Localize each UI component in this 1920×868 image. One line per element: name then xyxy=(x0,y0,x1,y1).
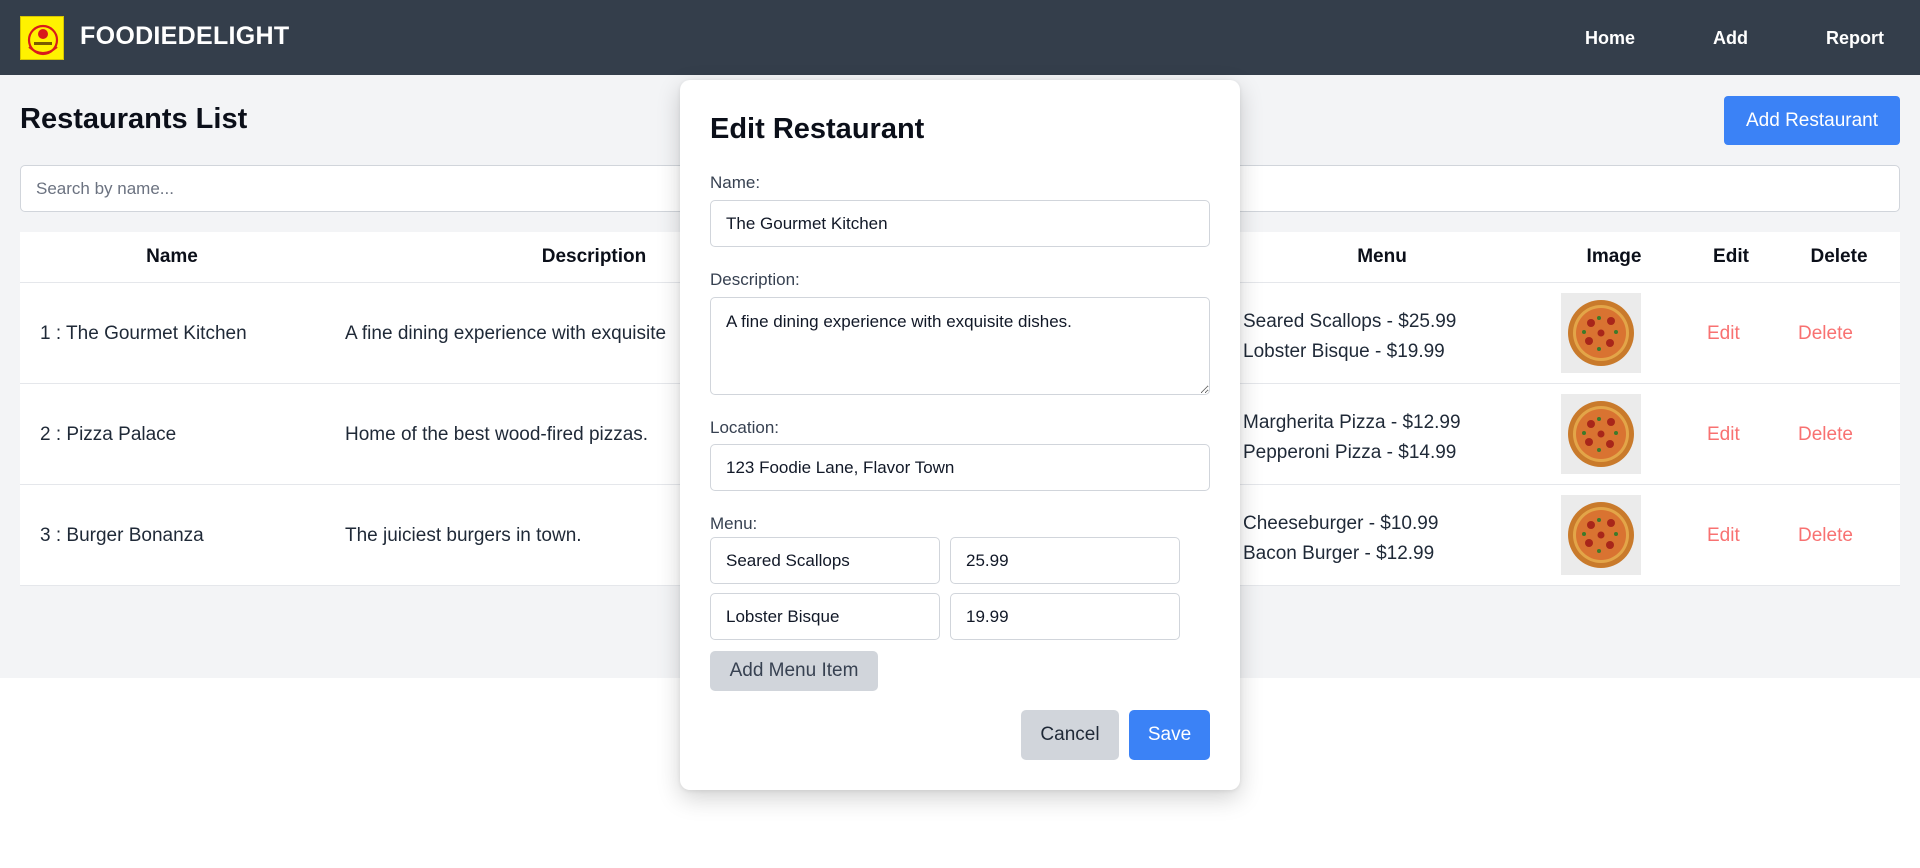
brand-name[interactable]: FOODIEDELIGHT xyxy=(80,22,289,51)
column-header-image: Image xyxy=(1586,246,1642,267)
add-restaurant-button[interactable]: Add Restaurant xyxy=(1724,96,1900,145)
cancel-button[interactable]: Cancel xyxy=(1021,710,1119,760)
description-label: Description: xyxy=(710,270,800,289)
menu-label: Menu: xyxy=(710,514,758,533)
foodiedelight-logo-icon[interactable] xyxy=(20,16,64,60)
location-label: Location: xyxy=(710,418,779,437)
column-header-name: Name xyxy=(146,246,198,267)
restaurant-menu: Cheeseburger - $10.99 Bacon Burger - $12… xyxy=(1243,509,1438,569)
menu-line: Margherita Pizza - $12.99 xyxy=(1243,412,1461,433)
add-menu-item-button[interactable]: Add Menu Item xyxy=(710,651,878,691)
delete-link[interactable]: Delete xyxy=(1798,424,1853,446)
menu-item-price-field[interactable] xyxy=(950,593,1180,640)
nav-link-report[interactable]: Report xyxy=(1826,28,1884,49)
delete-link[interactable]: Delete xyxy=(1798,525,1853,547)
page-title: Restaurants List xyxy=(20,103,248,135)
location-field[interactable] xyxy=(710,444,1210,491)
pizza-image-icon xyxy=(1561,293,1641,373)
delete-link[interactable]: Delete xyxy=(1798,323,1853,345)
edit-link[interactable]: Edit xyxy=(1707,424,1740,446)
menu-item-name-field[interactable] xyxy=(710,537,940,584)
menu-line: Cheeseburger - $10.99 xyxy=(1243,513,1439,534)
menu-item-price-field[interactable] xyxy=(950,537,1180,584)
edit-restaurant-modal: Edit Restaurant Name: Description: A fin… xyxy=(680,80,1240,790)
column-header-menu: Menu xyxy=(1357,246,1407,267)
pizza-image-icon xyxy=(1561,495,1641,575)
menu-line: Seared Scallops - $25.99 xyxy=(1243,311,1457,332)
restaurant-description: A fine dining experience with exquisite xyxy=(345,323,667,344)
modal-title: Edit Restaurant xyxy=(710,113,925,145)
navbar: FOODIEDELIGHT Home Add Report xyxy=(0,0,1920,75)
edit-link[interactable]: Edit xyxy=(1707,323,1740,345)
menu-line: Lobster Bisque - $19.99 xyxy=(1243,341,1445,362)
restaurant-menu: Seared Scallops - $25.99 Lobster Bisque … xyxy=(1243,307,1456,367)
menu-line: Pepperoni Pizza - $14.99 xyxy=(1243,442,1457,463)
restaurant-description: The juiciest burgers in town. xyxy=(345,525,582,546)
restaurant-name: 2 : Pizza Palace xyxy=(40,424,177,445)
name-field[interactable] xyxy=(710,200,1210,247)
restaurant-name: 3 : Burger Bonanza xyxy=(40,525,204,546)
nav-link-home[interactable]: Home xyxy=(1585,28,1635,49)
restaurant-menu: Margherita Pizza - $12.99 Pepperoni Pizz… xyxy=(1243,408,1461,468)
edit-link[interactable]: Edit xyxy=(1707,525,1740,547)
name-label: Name: xyxy=(710,173,761,192)
save-button[interactable]: Save xyxy=(1129,710,1210,760)
pizza-image-icon xyxy=(1561,394,1641,474)
restaurant-name: 1 : The Gourmet Kitchen xyxy=(40,323,247,344)
menu-item-name-field[interactable] xyxy=(710,593,940,640)
column-header-delete: Delete xyxy=(1810,246,1868,267)
description-field[interactable]: A fine dining experience with exquisite … xyxy=(710,297,1210,395)
column-header-description: Description xyxy=(541,246,647,267)
restaurant-description: Home of the best wood-fired pizzas. xyxy=(345,424,649,445)
column-header-edit: Edit xyxy=(1713,246,1749,267)
nav-link-add[interactable]: Add xyxy=(1713,28,1748,49)
menu-line: Bacon Burger - $12.99 xyxy=(1243,543,1435,564)
